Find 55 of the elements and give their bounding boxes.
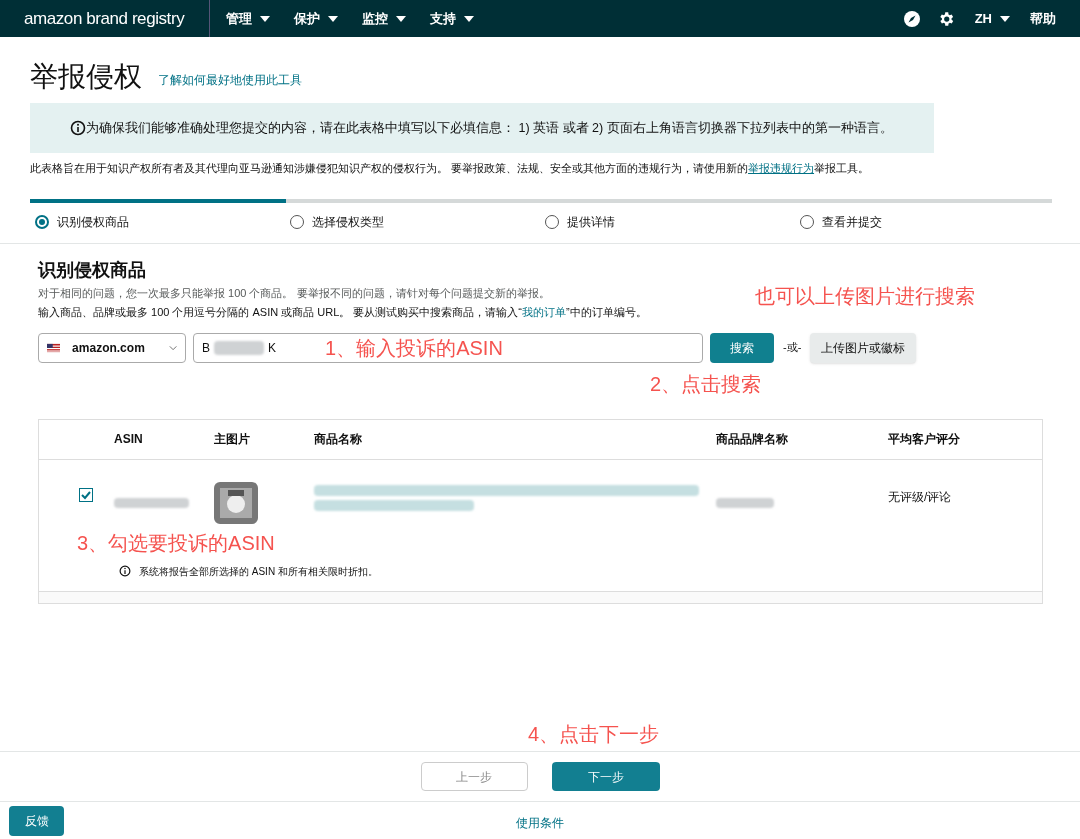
input-value: K	[268, 339, 277, 357]
instruction-text: 输入商品、品牌或最多 100 个用逗号分隔的 ASIN 或商品 URL。 要从测试购买中搜索商品，请输入“我的订单”中的订单编号。	[38, 305, 648, 320]
upload-image-button[interactable]: 上传图片或徽标	[810, 332, 917, 363]
step-label: 识别侵权商品	[57, 213, 129, 231]
column-header: ASIN	[114, 431, 144, 448]
nav-menu[interactable]: 保护	[294, 8, 338, 29]
annotation-text: 2、点击搜索	[650, 371, 763, 397]
help-link[interactable]: 帮助	[1030, 8, 1056, 29]
asin-input[interactable]: B K 1、输入投诉的ASIN	[193, 332, 703, 363]
annotation-text: 4、点击下一步	[528, 722, 661, 747]
annotation-text: 3、勾选要投诉的ASIN	[77, 530, 276, 556]
back-button[interactable]: 上一步	[420, 762, 528, 791]
feedback-button[interactable]: 反馈	[9, 805, 64, 836]
caret-icon	[396, 15, 406, 22]
hint-text: 对于相同的问题，您一次最多只能举报 100 个商品。 要举报不同的问题，请针对每个问题提交新的举报。	[38, 285, 550, 301]
annotation-text: 也可以上传图片进行搜索	[755, 283, 975, 309]
chevron-icon	[168, 344, 177, 351]
section-title: 识别侵权商品	[38, 258, 147, 282]
caret-icon	[260, 15, 270, 22]
search-button[interactable]: 搜索	[710, 332, 774, 363]
or-text: -或-	[783, 340, 802, 356]
step-label: 提供详情	[567, 213, 615, 231]
next-button[interactable]: 下一步	[551, 762, 660, 791]
step-label: 查看并提交	[822, 213, 882, 231]
step-radio[interactable]	[35, 214, 49, 229]
nav-menu[interactable]: 监控	[362, 8, 406, 29]
info-icon	[70, 120, 86, 136]
column-header: 商品名称	[314, 431, 363, 448]
caret-icon	[1000, 15, 1010, 22]
row-checkbox[interactable]	[79, 487, 93, 502]
nav-menu[interactable]: 管理	[226, 8, 270, 29]
note-text: 系统将报告全部所选择的 ASIN 和所有相关限时折扣。	[139, 564, 378, 579]
nav-menu[interactable]: 支持	[430, 8, 474, 29]
page-title: 举报侵权	[30, 60, 142, 94]
my-orders-link[interactable]: 我的订单	[522, 306, 567, 318]
caret-icon	[328, 15, 338, 22]
column-header: 主图片	[214, 431, 251, 448]
step-label: 选择侵权类型	[312, 213, 384, 231]
brand-logo[interactable]: amazon brand registry	[24, 5, 209, 32]
input-value: B	[202, 339, 210, 357]
help-link[interactable]: 了解如何最好地使用此工具	[158, 71, 302, 89]
notice-text: 为确保我们能够准确处理您提交的内容，请在此表格中填写以下必填信息： 1) 英语 或者 2) 页面右上角语言切换器下拉列表中的第一种语言。	[86, 119, 893, 137]
compass-icon[interactable]	[902, 9, 921, 28]
language-menu[interactable]: ZH	[974, 8, 1010, 29]
annotation-text: 1、输入投诉的ASIN	[325, 335, 503, 361]
flag-icon	[47, 342, 61, 353]
column-header: 平均客户评分	[888, 431, 960, 448]
info-icon	[119, 565, 131, 577]
terms-link[interactable]: 使用条件	[516, 814, 564, 832]
rating-cell-text: 无评级/评论	[888, 488, 952, 506]
report-violation-link[interactable]: 举报违规行为	[748, 162, 815, 174]
description-text: 此表格旨在用于知识产权所有者及其代理向亚马逊通知涉嫌侵犯知识产权的侵权行为。 要举报政策、法规、安全或其他方面的违规行为，请使用新的举报违规行为举报工具。	[29, 161, 871, 176]
column-header: 商品品牌名称	[716, 431, 789, 448]
caret-icon	[464, 15, 474, 22]
marketplace-select[interactable]: amazon.com	[38, 332, 186, 363]
